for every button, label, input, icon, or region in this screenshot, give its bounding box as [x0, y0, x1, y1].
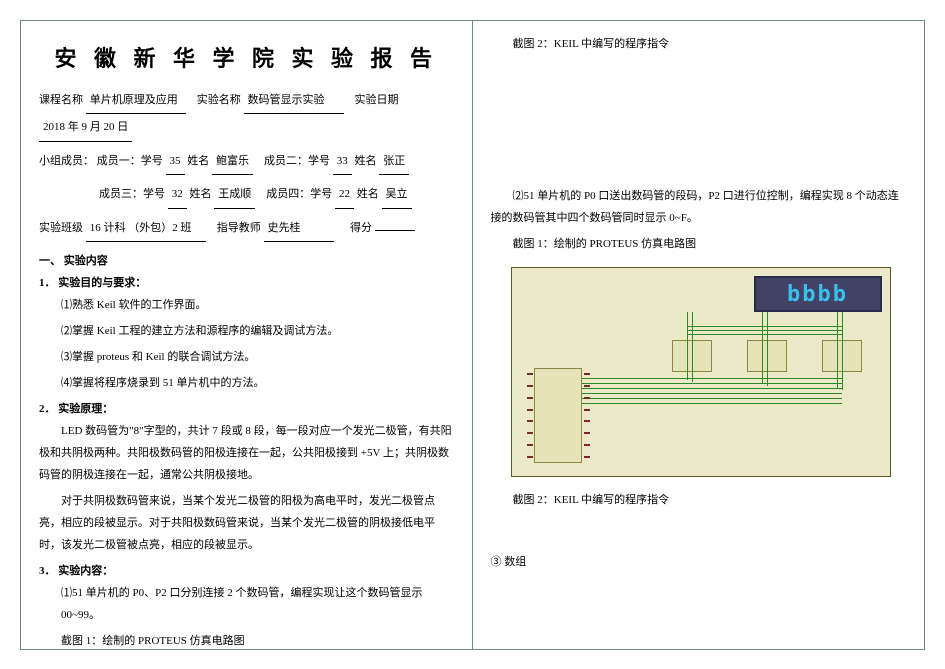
- m4-name-label: 姓名: [357, 188, 379, 200]
- group-label: 小组成员：: [39, 155, 94, 167]
- section-1-1-head: 1． 实验目的与要求：: [39, 274, 454, 290]
- section-1-2-head: 2． 实验原理：: [39, 400, 454, 416]
- wire-icon: [842, 312, 843, 390]
- pin-row-icon: [527, 373, 533, 458]
- class-row: 实验班级 16 计科 （外包）2 班 指导教师 史先桂 得分: [39, 215, 454, 242]
- content-item-1: ⑴51 单片机的 P0、P2 口分别连接 2 个数码管，编程实现让这个数码管显示…: [61, 582, 454, 626]
- wire-icon: [762, 312, 763, 384]
- m4-name: 吴立: [382, 181, 412, 208]
- aim-item-2: ⑵掌握 Keil 工程的建立方法和源程序的编辑及调试方法。: [61, 320, 454, 342]
- caption-right-fig1: 截图 1：绘制的 PROTEUS 仿真电路图: [513, 233, 907, 255]
- seg-readout: bbbb: [787, 282, 848, 307]
- m3-id: 32: [168, 181, 187, 208]
- m4-label: 成员四：学号: [266, 188, 332, 200]
- date-value: 2018 年 9 月 20 日: [39, 114, 132, 141]
- m4-id: 22: [335, 181, 354, 208]
- wire-icon: [687, 312, 688, 380]
- section-1-3-head: 3． 实验内容：: [39, 562, 454, 578]
- exp-value: 数码管显示实验: [244, 87, 344, 114]
- wire-icon: [692, 312, 693, 382]
- proteus-schematic: bbbb: [511, 267, 891, 477]
- group-row-2: 成员三：学号 32 姓名 王成顺 成员四：学号 22 姓名 吴立: [39, 181, 454, 208]
- aim-item-1: ⑴熟悉 Keil 软件的工作界面。: [61, 294, 454, 316]
- left-column: 安 徽 新 华 学 院 实 验 报 告 课程名称 单片机原理及应用 实验名称 数…: [21, 21, 473, 649]
- mcu-chip-icon: [534, 368, 582, 463]
- m1-name-label: 姓名: [187, 155, 209, 167]
- date-label: 实验日期: [355, 94, 399, 106]
- wire-icon: [687, 326, 842, 327]
- course-value: 单片机原理及应用: [86, 87, 186, 114]
- principle-p2: 对于共阴极数码管来说，当某个发光二极管的阳极为高电平时，发光二极管点亮，相应的段…: [39, 490, 454, 556]
- content-item-2: ⑵51 单片机的 P0 口送出数码管的段码，P2 口进行位控制，编程实现 8 个…: [491, 185, 907, 229]
- wire-icon: [582, 388, 842, 389]
- section-1-head: 一、 实验内容: [39, 252, 454, 268]
- group-row-1: 小组成员： 成员一：学号 35 姓名 鲍富乐 成员二：学号 33 姓名 张正: [39, 148, 454, 175]
- aim-item-4: ⑷掌握将程序烧录到 51 单片机中的方法。: [61, 372, 454, 394]
- principle-p1: LED 数码管为"8"字型的，共计 7 段或 8 段，每一段对应一个发光二极管，…: [39, 420, 454, 486]
- m2-name-label: 姓名: [355, 155, 377, 167]
- m2-label: 成员二：学号: [264, 155, 330, 167]
- teacher-value: 史先桂: [264, 215, 334, 242]
- wire-icon: [687, 330, 842, 331]
- wire-icon: [767, 312, 768, 386]
- m3-label: 成员三：学号: [99, 188, 165, 200]
- exp-label: 实验名称: [197, 94, 241, 106]
- m1-id: 35: [166, 148, 185, 175]
- m2-name: 张正: [379, 148, 409, 175]
- wire-icon: [582, 398, 842, 399]
- m3-name: 王成顺: [214, 181, 255, 208]
- m3-name-label: 姓名: [190, 188, 212, 200]
- wire-icon: [837, 312, 838, 388]
- wire-icon: [582, 393, 842, 394]
- caption-right-fig2: 截图 2：KEIL 中编写的程序指令: [513, 489, 907, 511]
- aim-item-3: ⑶掌握 proteus 和 Keil 的联合调试方法。: [61, 346, 454, 368]
- class-value: 16 计科 （外包）2 班: [86, 215, 206, 242]
- teacher-label: 指导教师: [217, 222, 261, 234]
- meta-row-1: 课程名称 单片机原理及应用 实验名称 数码管显示实验 实验日期 2018 年 9…: [39, 87, 454, 142]
- course-label: 课程名称: [39, 94, 83, 106]
- score-value: [375, 230, 415, 231]
- pin-row-icon: [584, 373, 590, 458]
- wire-icon: [582, 378, 842, 379]
- page-frame: 安 徽 新 华 学 院 实 验 报 告 课程名称 单片机原理及应用 实验名称 数…: [20, 20, 925, 650]
- footer-item: ③ 数组: [491, 551, 907, 573]
- m2-id: 33: [333, 148, 352, 175]
- score-label: 得分: [350, 222, 372, 234]
- caption-left-1: 截图 1：绘制的 PROTEUS 仿真电路图: [61, 630, 454, 649]
- m1-name: 鲍富乐: [212, 148, 253, 175]
- wire-icon: [582, 403, 842, 404]
- caption-right-top: 截图 2：KEIL 中编写的程序指令: [513, 33, 907, 55]
- seven-segment-display: bbbb: [754, 276, 882, 312]
- class-label: 实验班级: [39, 222, 83, 234]
- m1-label: 成员一：学号: [97, 155, 163, 167]
- wire-icon: [582, 383, 842, 384]
- right-column: 截图 2：KEIL 中编写的程序指令 ⑵51 单片机的 P0 口送出数码管的段码…: [473, 21, 925, 649]
- wire-icon: [687, 334, 842, 335]
- report-title: 安 徽 新 华 学 院 实 验 报 告: [39, 41, 454, 73]
